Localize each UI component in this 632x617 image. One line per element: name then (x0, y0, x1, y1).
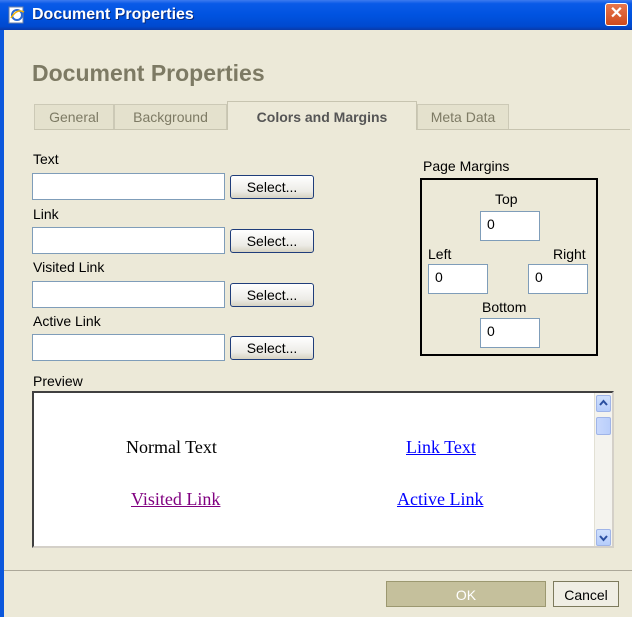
tab-general[interactable]: General (34, 104, 114, 129)
top-margin-label: Top (495, 191, 518, 207)
link-color-field[interactable] (32, 227, 225, 254)
dialog-footer: OK Cancel (4, 570, 632, 617)
close-icon: ✕ (609, 5, 624, 22)
text-color-label: Text (33, 151, 59, 167)
text-color-field[interactable] (32, 173, 225, 200)
page-margins-group: Top 0 Left Right 0 0 Bottom 0 (420, 178, 598, 356)
cancel-button[interactable]: Cancel (553, 581, 619, 607)
link-color-label: Link (33, 206, 59, 222)
preview-normal-text: Normal Text (126, 437, 217, 457)
active-link-color-label: Active Link (33, 313, 101, 329)
tab-meta-data[interactable]: Meta Data (417, 104, 509, 129)
scroll-thumb[interactable] (596, 417, 611, 435)
page-margins-label: Page Margins (423, 158, 510, 174)
active-link-color-select-button[interactable]: Select... (230, 336, 314, 360)
chevron-down-icon (599, 535, 608, 542)
preview-scrollbar[interactable] (594, 393, 612, 546)
chevron-up-icon (599, 399, 608, 406)
document-properties-dialog: Document Properties ✕ Document Propertie… (0, 0, 632, 617)
scroll-down-button[interactable] (596, 529, 611, 546)
preview-visited-link[interactable]: Visited Link (131, 489, 220, 510)
ie-page-icon (8, 6, 25, 24)
tab-colors-and-margins[interactable]: Colors and Margins (227, 101, 417, 130)
preview-label: Preview (33, 373, 83, 389)
visited-link-color-label: Visited Link (33, 259, 105, 275)
visited-link-color-field[interactable] (32, 281, 225, 308)
left-margin-label: Left (428, 246, 452, 262)
preview-active-link[interactable]: Active Link (397, 489, 483, 510)
page-title: Document Properties (32, 60, 265, 86)
window-frame-left (0, 30, 4, 617)
ok-button[interactable]: OK (386, 581, 546, 607)
right-margin-input[interactable]: 0 (528, 264, 588, 294)
preview-pane: Normal Text Link Text Visited Link Activ… (32, 391, 614, 548)
bottom-margin-label: Bottom (482, 299, 527, 315)
text-color-select-button[interactable]: Select... (230, 175, 314, 199)
scroll-up-button[interactable] (596, 395, 611, 412)
link-color-select-button[interactable]: Select... (230, 229, 314, 253)
top-margin-input[interactable]: 0 (480, 211, 540, 241)
right-margin-label: Right (553, 246, 586, 262)
close-button[interactable]: ✕ (605, 3, 628, 26)
preview-link-text[interactable]: Link Text (406, 437, 476, 458)
title-bar[interactable]: Document Properties ✕ (0, 0, 632, 30)
active-link-color-field[interactable] (32, 334, 225, 361)
visited-link-color-select-button[interactable]: Select... (230, 283, 314, 307)
window-title: Document Properties (32, 6, 194, 23)
bottom-margin-input[interactable]: 0 (480, 318, 540, 348)
left-margin-input[interactable]: 0 (428, 264, 488, 294)
tab-background[interactable]: Background (114, 104, 227, 129)
